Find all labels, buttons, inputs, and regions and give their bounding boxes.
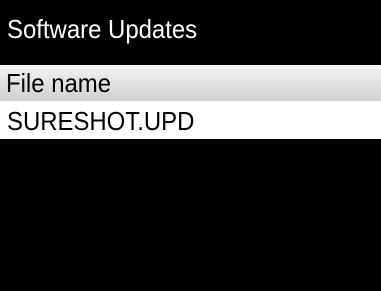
- file-name-column-header: File name: [0, 65, 381, 101]
- screen-title: Software Updates: [7, 14, 198, 44]
- file-name: SURESHOT.UPD: [7, 106, 195, 136]
- column-header-label: File name: [6, 68, 112, 98]
- file-list: SURESHOT.UPD: [0, 101, 381, 291]
- list-item-selected[interactable]: SURESHOT.UPD: [0, 101, 381, 139]
- title-bar: Software Updates: [0, 0, 381, 58]
- software-updates-screen: Software Updates File name SURESHOT.UPD: [0, 0, 381, 291]
